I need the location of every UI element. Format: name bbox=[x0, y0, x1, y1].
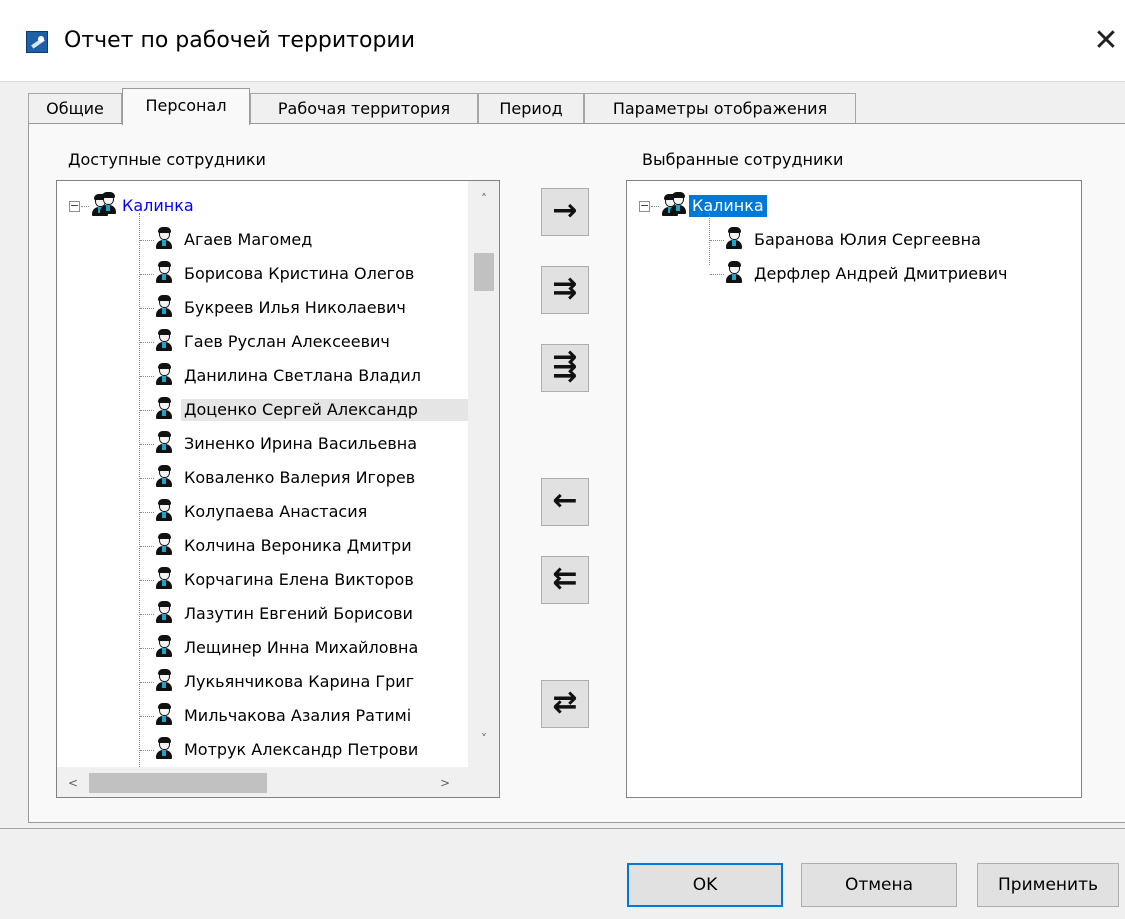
person-icon bbox=[155, 703, 173, 726]
available-employee-item[interactable]: Колчина Вероника Дмитри bbox=[57, 529, 467, 563]
swap-lists-button[interactable]: ⇄ bbox=[541, 680, 589, 728]
apply-button[interactable]: Применить bbox=[977, 863, 1119, 907]
available-employee-label: Лазутин Евгений Борисови bbox=[184, 604, 413, 623]
person-icon bbox=[155, 295, 173, 318]
available-employee-label: Мотрук Александр Петрови bbox=[184, 740, 419, 759]
user-icon bbox=[669, 192, 687, 215]
available-employee-item[interactable]: Зиненко Ирина Васильевна bbox=[57, 427, 467, 461]
person-icon bbox=[155, 329, 173, 352]
available-employee-item[interactable]: Лещинер Инна Михайловна bbox=[57, 631, 467, 665]
available-employee-item[interactable]: Доценко Сергей Александр bbox=[57, 393, 481, 427]
tab-work-territory[interactable]: Рабочая территория bbox=[250, 93, 478, 124]
person-icon bbox=[155, 261, 173, 284]
tab-display-parameters[interactable]: Параметры отображения bbox=[584, 93, 856, 124]
window-title: Отчет по рабочей территории bbox=[64, 28, 416, 53]
available-employee-label: Букреев Илья Николаевич bbox=[184, 298, 406, 317]
person-icon bbox=[725, 261, 743, 284]
available-employee-item[interactable]: Агаев Магомед bbox=[57, 223, 467, 257]
available-employee-item[interactable]: Борисова Кристина Олегов bbox=[57, 257, 467, 291]
remove-selected-button[interactable]: ← bbox=[541, 478, 589, 526]
person-icon bbox=[155, 533, 173, 556]
add-filtered-button[interactable]: ⇶ bbox=[541, 344, 589, 392]
available-employee-item[interactable]: Лукьянчикова Карина Григ bbox=[57, 665, 467, 699]
available-employee-label: Колупаева Анастасия bbox=[184, 502, 368, 521]
person-icon bbox=[155, 465, 173, 488]
available-employee-item[interactable]: Данилина Светлана Владил bbox=[57, 359, 467, 393]
selected-employee-item[interactable]: Баранова Юлия Сергеевна bbox=[627, 223, 1037, 257]
group-icon bbox=[91, 192, 117, 217]
person-icon bbox=[155, 737, 173, 760]
available-employee-item[interactable]: Колупаева Анастасия bbox=[57, 495, 467, 529]
user-icon bbox=[99, 192, 117, 215]
available-horizontal-scrollbar[interactable]: < > bbox=[57, 767, 499, 797]
person-icon bbox=[155, 567, 173, 590]
person-icon bbox=[155, 363, 173, 386]
available-employee-item[interactable]: Букреев Илья Николаевич bbox=[57, 291, 467, 325]
scroll-left-arrow-icon[interactable]: < bbox=[63, 773, 83, 793]
selected-root-label: Калинка bbox=[689, 195, 767, 217]
available-employee-label: Зиненко Ирина Васильевна bbox=[184, 434, 418, 453]
selected-employee-item[interactable]: Дерфлер Андрей Дмитриевич bbox=[627, 257, 1037, 291]
available-vertical-scrollbar[interactable]: ˄ ˅ bbox=[468, 181, 499, 767]
collapse-icon[interactable]: − bbox=[639, 200, 650, 212]
available-employee-label: Гаев Руслан Алексеевич bbox=[184, 332, 390, 351]
person-icon bbox=[155, 499, 173, 522]
remove-all-button[interactable]: ⇇ bbox=[541, 556, 589, 604]
person-icon bbox=[155, 397, 173, 420]
selected-employees-tree[interactable]: − Калинка Баранова Юлия Сергеевна Дерфлер А… bbox=[626, 180, 1082, 798]
available-employee-label: Борисова Кристина Олегов bbox=[184, 264, 415, 283]
close-button[interactable]: ✕ bbox=[1088, 21, 1124, 61]
person-icon bbox=[155, 635, 173, 658]
available-employee-label: Данилина Светлана Владил bbox=[184, 366, 421, 385]
scroll-right-arrow-icon[interactable]: > bbox=[435, 773, 455, 793]
available-employee-label: Агаев Магомед bbox=[184, 230, 313, 249]
footer-separator bbox=[0, 828, 1125, 829]
available-employee-item[interactable]: Мильчакова Азалия Ратимі bbox=[57, 699, 467, 733]
available-employee-label: Коваленко Валерия Игорев bbox=[184, 468, 416, 487]
available-employee-label: Лещинер Инна Михайловна bbox=[184, 638, 419, 657]
available-hscroll-thumb[interactable] bbox=[89, 773, 267, 793]
collapse-icon[interactable]: − bbox=[69, 200, 80, 212]
available-scroll-thumb[interactable] bbox=[474, 253, 494, 291]
selected-employee-label: Дерфлер Андрей Дмитриевич bbox=[754, 264, 1008, 283]
person-icon bbox=[155, 669, 173, 692]
app-icon bbox=[26, 31, 48, 53]
available-employees-label: Доступные сотрудники bbox=[68, 150, 266, 169]
person-icon bbox=[725, 227, 743, 250]
available-employee-item[interactable]: Гаев Руслан Алексеевич bbox=[57, 325, 467, 359]
available-employee-label: Лукьянчикова Карина Григ bbox=[184, 672, 415, 691]
available-employee-label: Мильчакова Азалия Ратимі bbox=[184, 706, 412, 725]
available-root-label: Калинка bbox=[122, 196, 194, 215]
group-icon bbox=[661, 192, 687, 217]
available-employees-tree[interactable]: − Калинка Агаев Магомед Борисова Кристина О… bbox=[56, 180, 500, 798]
available-employee-label: Корчагина Елена Викторов bbox=[184, 570, 414, 589]
available-employee-label: Колчина Вероника Дмитри bbox=[184, 536, 412, 555]
person-icon bbox=[155, 601, 173, 624]
person-icon bbox=[155, 431, 173, 454]
selected-employees-label: Выбранные сотрудники bbox=[642, 150, 844, 169]
tab-period[interactable]: Период bbox=[478, 93, 584, 124]
available-employee-item[interactable]: Мотрук Александр Петрови bbox=[57, 733, 467, 767]
cancel-button[interactable]: Отмена bbox=[801, 863, 957, 907]
available-employee-label: Доценко Сергей Александр bbox=[181, 399, 481, 421]
add-selected-button[interactable]: → bbox=[541, 188, 589, 236]
tab-general[interactable]: Общие bbox=[28, 93, 122, 124]
selected-root-node[interactable]: − Калинка bbox=[627, 189, 1027, 223]
scroll-down-arrow-icon[interactable]: ˅ bbox=[474, 729, 494, 749]
selected-employee-label: Баранова Юлия Сергеевна bbox=[754, 230, 981, 249]
available-employee-item[interactable]: Корчагина Елена Викторов bbox=[57, 563, 467, 597]
available-root-node[interactable]: − Калинка bbox=[57, 189, 457, 223]
add-all-button[interactable]: ⇉ bbox=[541, 266, 589, 314]
available-employee-item[interactable]: Лазутин Евгений Борисови bbox=[57, 597, 467, 631]
person-icon bbox=[155, 227, 173, 250]
available-employee-item[interactable]: Коваленко Валерия Игорев bbox=[57, 461, 467, 495]
title-bar: Отчет по рабочей территории ✕ bbox=[0, 0, 1125, 82]
scroll-up-arrow-icon[interactable]: ˄ bbox=[474, 189, 494, 209]
tab-personnel[interactable]: Персонал bbox=[122, 88, 250, 125]
ok-button[interactable]: OK bbox=[627, 863, 783, 907]
